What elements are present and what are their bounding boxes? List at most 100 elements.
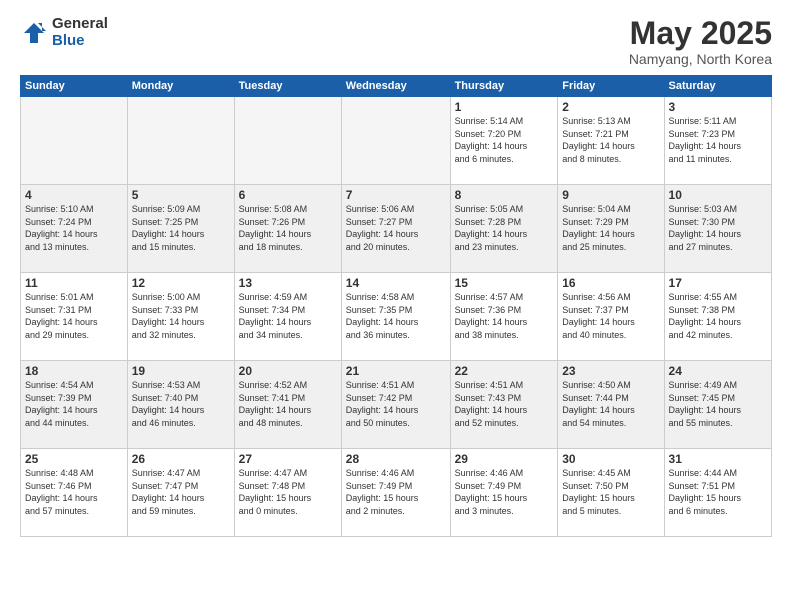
table-row: 15Sunrise: 4:57 AM Sunset: 7:36 PM Dayli… [450, 273, 558, 361]
day-number: 16 [562, 276, 659, 290]
table-row: 28Sunrise: 4:46 AM Sunset: 7:49 PM Dayli… [341, 449, 450, 537]
day-info: Sunrise: 4:46 AM Sunset: 7:49 PM Dayligh… [455, 467, 554, 517]
day-info: Sunrise: 4:51 AM Sunset: 7:42 PM Dayligh… [346, 379, 446, 429]
day-info: Sunrise: 5:03 AM Sunset: 7:30 PM Dayligh… [669, 203, 767, 253]
logo-text: General Blue [52, 16, 108, 49]
table-row: 8Sunrise: 5:05 AM Sunset: 7:28 PM Daylig… [450, 185, 558, 273]
day-info: Sunrise: 5:05 AM Sunset: 7:28 PM Dayligh… [455, 203, 554, 253]
table-row: 27Sunrise: 4:47 AM Sunset: 7:48 PM Dayli… [234, 449, 341, 537]
day-info: Sunrise: 4:48 AM Sunset: 7:46 PM Dayligh… [25, 467, 123, 517]
calendar-week-row: 18Sunrise: 4:54 AM Sunset: 7:39 PM Dayli… [21, 361, 772, 449]
day-info: Sunrise: 5:08 AM Sunset: 7:26 PM Dayligh… [239, 203, 337, 253]
day-info: Sunrise: 5:09 AM Sunset: 7:25 PM Dayligh… [132, 203, 230, 253]
day-number: 24 [669, 364, 767, 378]
day-info: Sunrise: 4:57 AM Sunset: 7:36 PM Dayligh… [455, 291, 554, 341]
table-row: 24Sunrise: 4:49 AM Sunset: 7:45 PM Dayli… [664, 361, 771, 449]
table-row: 1Sunrise: 5:14 AM Sunset: 7:20 PM Daylig… [450, 97, 558, 185]
table-row: 20Sunrise: 4:52 AM Sunset: 7:41 PM Dayli… [234, 361, 341, 449]
day-info: Sunrise: 5:14 AM Sunset: 7:20 PM Dayligh… [455, 115, 554, 165]
day-number: 11 [25, 276, 123, 290]
calendar-header-row: Sunday Monday Tuesday Wednesday Thursday… [21, 76, 772, 97]
day-number: 14 [346, 276, 446, 290]
day-info: Sunrise: 5:06 AM Sunset: 7:27 PM Dayligh… [346, 203, 446, 253]
table-row: 14Sunrise: 4:58 AM Sunset: 7:35 PM Dayli… [341, 273, 450, 361]
day-info: Sunrise: 5:13 AM Sunset: 7:21 PM Dayligh… [562, 115, 659, 165]
day-number: 23 [562, 364, 659, 378]
calendar-table: Sunday Monday Tuesday Wednesday Thursday… [20, 75, 772, 537]
table-row: 31Sunrise: 4:44 AM Sunset: 7:51 PM Dayli… [664, 449, 771, 537]
day-number: 13 [239, 276, 337, 290]
day-number: 31 [669, 452, 767, 466]
day-info: Sunrise: 4:47 AM Sunset: 7:47 PM Dayligh… [132, 467, 230, 517]
table-row: 11Sunrise: 5:01 AM Sunset: 7:31 PM Dayli… [21, 273, 128, 361]
day-info: Sunrise: 4:58 AM Sunset: 7:35 PM Dayligh… [346, 291, 446, 341]
table-row: 6Sunrise: 5:08 AM Sunset: 7:26 PM Daylig… [234, 185, 341, 273]
day-number: 12 [132, 276, 230, 290]
table-row: 17Sunrise: 4:55 AM Sunset: 7:38 PM Dayli… [664, 273, 771, 361]
day-info: Sunrise: 4:51 AM Sunset: 7:43 PM Dayligh… [455, 379, 554, 429]
header-monday: Monday [127, 76, 234, 97]
day-info: Sunrise: 4:44 AM Sunset: 7:51 PM Dayligh… [669, 467, 767, 517]
day-number: 4 [25, 188, 123, 202]
table-row: 19Sunrise: 4:53 AM Sunset: 7:40 PM Dayli… [127, 361, 234, 449]
day-number: 26 [132, 452, 230, 466]
table-row: 7Sunrise: 5:06 AM Sunset: 7:27 PM Daylig… [341, 185, 450, 273]
day-number: 9 [562, 188, 659, 202]
calendar-week-row: 1Sunrise: 5:14 AM Sunset: 7:20 PM Daylig… [21, 97, 772, 185]
day-number: 19 [132, 364, 230, 378]
day-number: 20 [239, 364, 337, 378]
day-number: 6 [239, 188, 337, 202]
table-row: 9Sunrise: 5:04 AM Sunset: 7:29 PM Daylig… [558, 185, 664, 273]
header: General Blue May 2025 Namyang, North Kor… [20, 16, 772, 67]
table-row [341, 97, 450, 185]
table-row [127, 97, 234, 185]
calendar-week-row: 11Sunrise: 5:01 AM Sunset: 7:31 PM Dayli… [21, 273, 772, 361]
table-row: 29Sunrise: 4:46 AM Sunset: 7:49 PM Dayli… [450, 449, 558, 537]
day-number: 1 [455, 100, 554, 114]
day-number: 21 [346, 364, 446, 378]
day-number: 25 [25, 452, 123, 466]
calendar-week-row: 4Sunrise: 5:10 AM Sunset: 7:24 PM Daylig… [21, 185, 772, 273]
day-info: Sunrise: 4:49 AM Sunset: 7:45 PM Dayligh… [669, 379, 767, 429]
day-number: 15 [455, 276, 554, 290]
day-number: 7 [346, 188, 446, 202]
day-number: 29 [455, 452, 554, 466]
day-number: 28 [346, 452, 446, 466]
day-number: 3 [669, 100, 767, 114]
table-row: 13Sunrise: 4:59 AM Sunset: 7:34 PM Dayli… [234, 273, 341, 361]
day-number: 8 [455, 188, 554, 202]
table-row: 16Sunrise: 4:56 AM Sunset: 7:37 PM Dayli… [558, 273, 664, 361]
table-row: 5Sunrise: 5:09 AM Sunset: 7:25 PM Daylig… [127, 185, 234, 273]
day-info: Sunrise: 4:46 AM Sunset: 7:49 PM Dayligh… [346, 467, 446, 517]
day-info: Sunrise: 5:01 AM Sunset: 7:31 PM Dayligh… [25, 291, 123, 341]
day-info: Sunrise: 4:52 AM Sunset: 7:41 PM Dayligh… [239, 379, 337, 429]
day-info: Sunrise: 4:54 AM Sunset: 7:39 PM Dayligh… [25, 379, 123, 429]
table-row [21, 97, 128, 185]
day-info: Sunrise: 4:59 AM Sunset: 7:34 PM Dayligh… [239, 291, 337, 341]
day-number: 27 [239, 452, 337, 466]
logo: General Blue [20, 16, 108, 49]
day-info: Sunrise: 5:00 AM Sunset: 7:33 PM Dayligh… [132, 291, 230, 341]
table-row: 10Sunrise: 5:03 AM Sunset: 7:30 PM Dayli… [664, 185, 771, 273]
table-row: 4Sunrise: 5:10 AM Sunset: 7:24 PM Daylig… [21, 185, 128, 273]
day-number: 30 [562, 452, 659, 466]
month-title: May 2025 [629, 16, 772, 51]
table-row: 3Sunrise: 5:11 AM Sunset: 7:23 PM Daylig… [664, 97, 771, 185]
table-row: 22Sunrise: 4:51 AM Sunset: 7:43 PM Dayli… [450, 361, 558, 449]
day-info: Sunrise: 5:10 AM Sunset: 7:24 PM Dayligh… [25, 203, 123, 253]
logo-icon [20, 19, 48, 47]
table-row: 2Sunrise: 5:13 AM Sunset: 7:21 PM Daylig… [558, 97, 664, 185]
table-row: 18Sunrise: 4:54 AM Sunset: 7:39 PM Dayli… [21, 361, 128, 449]
day-info: Sunrise: 4:53 AM Sunset: 7:40 PM Dayligh… [132, 379, 230, 429]
page: General Blue May 2025 Namyang, North Kor… [0, 0, 792, 612]
header-wednesday: Wednesday [341, 76, 450, 97]
logo-blue-text: Blue [52, 33, 108, 50]
day-info: Sunrise: 4:50 AM Sunset: 7:44 PM Dayligh… [562, 379, 659, 429]
logo-general-text: General [52, 16, 108, 33]
day-info: Sunrise: 4:55 AM Sunset: 7:38 PM Dayligh… [669, 291, 767, 341]
title-block: May 2025 Namyang, North Korea [629, 16, 772, 67]
header-sunday: Sunday [21, 76, 128, 97]
table-row [234, 97, 341, 185]
header-saturday: Saturday [664, 76, 771, 97]
day-info: Sunrise: 5:04 AM Sunset: 7:29 PM Dayligh… [562, 203, 659, 253]
